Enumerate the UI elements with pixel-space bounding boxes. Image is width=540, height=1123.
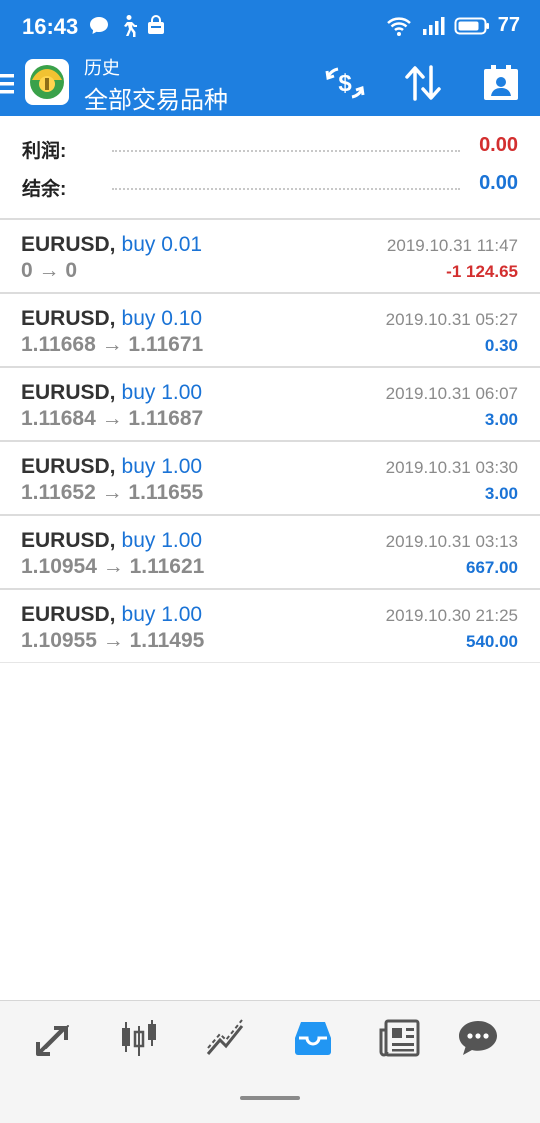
- trade-action: buy 1.00: [121, 529, 203, 552]
- trade-profit: 0.30: [484, 336, 518, 355]
- balance-label: 结余:: [22, 179, 67, 200]
- trade-profit: 540.00: [466, 632, 518, 651]
- status-time: 16:43: [22, 14, 79, 39]
- profit-row: 利润: 0.00: [0, 130, 540, 166]
- trade-date: 2019.10.31 05:27: [385, 310, 518, 329]
- chat-bubble-icon: [90, 17, 108, 34]
- quotes-arrows-icon: [36, 1025, 69, 1056]
- home-indicator[interactable]: [240, 1096, 300, 1100]
- trade-date: 2019.10.31 06:07: [385, 384, 518, 403]
- currency-exchange-icon: $: [325, 67, 365, 99]
- signal-icon: [422, 16, 445, 35]
- battery-percent: 77: [497, 14, 520, 36]
- balance-value: 0.00: [479, 172, 518, 194]
- nav-history[interactable]: [287, 1015, 339, 1061]
- trade-symbol: EURUSD, buy 1.00: [21, 381, 203, 404]
- header-subtitle: 历史: [84, 58, 120, 78]
- calendar-button[interactable]: [476, 58, 526, 108]
- trade-profit: -1 124.65: [446, 262, 518, 281]
- chat-icon: [459, 1021, 497, 1055]
- profit-value: 0.00: [479, 134, 518, 156]
- nav-news[interactable]: [374, 1015, 426, 1061]
- system-icons: 77: [386, 14, 520, 37]
- trade-symbol: EURUSD, buy 1.00: [21, 603, 203, 626]
- notification-icons: [88, 14, 166, 38]
- history-inbox-icon: [295, 1022, 331, 1055]
- currency-exchange-button[interactable]: $: [320, 58, 370, 108]
- nav-trade[interactable]: [200, 1015, 252, 1061]
- profit-label: 利润:: [22, 141, 67, 162]
- trade-date: 2019.10.30 21:25: [385, 606, 518, 625]
- summary-panel: 利润: 0.00 结余: 0.00: [0, 118, 540, 218]
- calendar-icon: [484, 65, 518, 100]
- trade-action: buy 1.00: [121, 455, 203, 478]
- bottom-navigation: [0, 1000, 540, 1123]
- svg-text:$: $: [338, 70, 352, 97]
- bag-icon: [148, 15, 164, 34]
- trade-profit: 3.00: [484, 484, 518, 503]
- trade-line-icon: [206, 1019, 244, 1055]
- trade-prices: 1.10955 → 1.11495: [21, 629, 205, 652]
- dotted-leader: [112, 150, 460, 152]
- sort-icon: [405, 65, 441, 101]
- header-title[interactable]: 全部交易品种: [84, 80, 228, 115]
- trade-row[interactable]: EURUSD, buy 1.00 1.10954 → 1.11621 2019.1…: [0, 514, 540, 588]
- trade-symbol: EURUSD, buy 0.10: [21, 307, 203, 330]
- battery-icon: [454, 17, 489, 34]
- trade-date: 2019.10.31 11:47: [386, 236, 518, 255]
- trade-action: buy 1.00: [121, 381, 203, 404]
- trade-symbol: EURUSD, buy 1.00: [21, 529, 203, 552]
- menu-icon[interactable]: [0, 70, 16, 98]
- trade-prices: 1.10954 → 1.11621: [21, 555, 205, 578]
- trade-symbol: EURUSD, buy 1.00: [21, 455, 203, 478]
- trade-row[interactable]: EURUSD, buy 0.01 0 → 0 2019.10.31 11:47 -…: [0, 218, 540, 292]
- trade-date: 2019.10.31 03:13: [385, 532, 518, 551]
- status-bar: 16:43 77: [0, 0, 540, 52]
- candlestick-chart-icon: [122, 1020, 156, 1056]
- trade-action: buy 0.10: [121, 307, 203, 330]
- trade-history-list: EURUSD, buy 0.01 0 → 0 2019.10.31 11:47 -…: [0, 218, 540, 663]
- trade-row[interactable]: EURUSD, buy 1.00 1.10955 → 1.11495 2019.1…: [0, 588, 540, 663]
- trade-action: buy 1.00: [121, 603, 203, 626]
- nav-chat[interactable]: [452, 1015, 504, 1061]
- trade-profit: 3.00: [484, 410, 518, 429]
- nav-chart[interactable]: [113, 1015, 165, 1061]
- trade-row[interactable]: EURUSD, buy 1.00 1.11684 → 1.11687 2019.1…: [0, 366, 540, 440]
- trade-action: buy 0.01: [121, 233, 203, 256]
- trade-profit: 667.00: [466, 558, 518, 577]
- nav-quotes[interactable]: [28, 1015, 80, 1061]
- news-icon: [379, 1019, 420, 1057]
- trade-date: 2019.10.31 03:30: [385, 458, 518, 477]
- wifi-icon: [386, 16, 411, 36]
- app-logo-icon[interactable]: [24, 58, 70, 106]
- balance-row: 结余: 0.00: [0, 168, 540, 204]
- trade-row[interactable]: EURUSD, buy 0.10 1.11668 → 1.11671 2019.1…: [0, 292, 540, 366]
- trade-row[interactable]: EURUSD, buy 1.00 1.11652 → 1.11655 2019.1…: [0, 440, 540, 514]
- trade-prices: 0 → 0: [21, 259, 78, 282]
- dotted-leader: [112, 188, 460, 190]
- walking-icon: [124, 15, 137, 37]
- trade-symbol: EURUSD, buy 0.01: [21, 233, 203, 256]
- trade-prices: 1.11668 → 1.11671: [21, 333, 204, 356]
- sort-button[interactable]: [398, 58, 448, 108]
- app-bar: 历史 全部交易品种 $: [0, 52, 540, 116]
- trade-prices: 1.11652 → 1.11655: [21, 481, 204, 504]
- trade-prices: 1.11684 → 1.11687: [21, 407, 204, 430]
